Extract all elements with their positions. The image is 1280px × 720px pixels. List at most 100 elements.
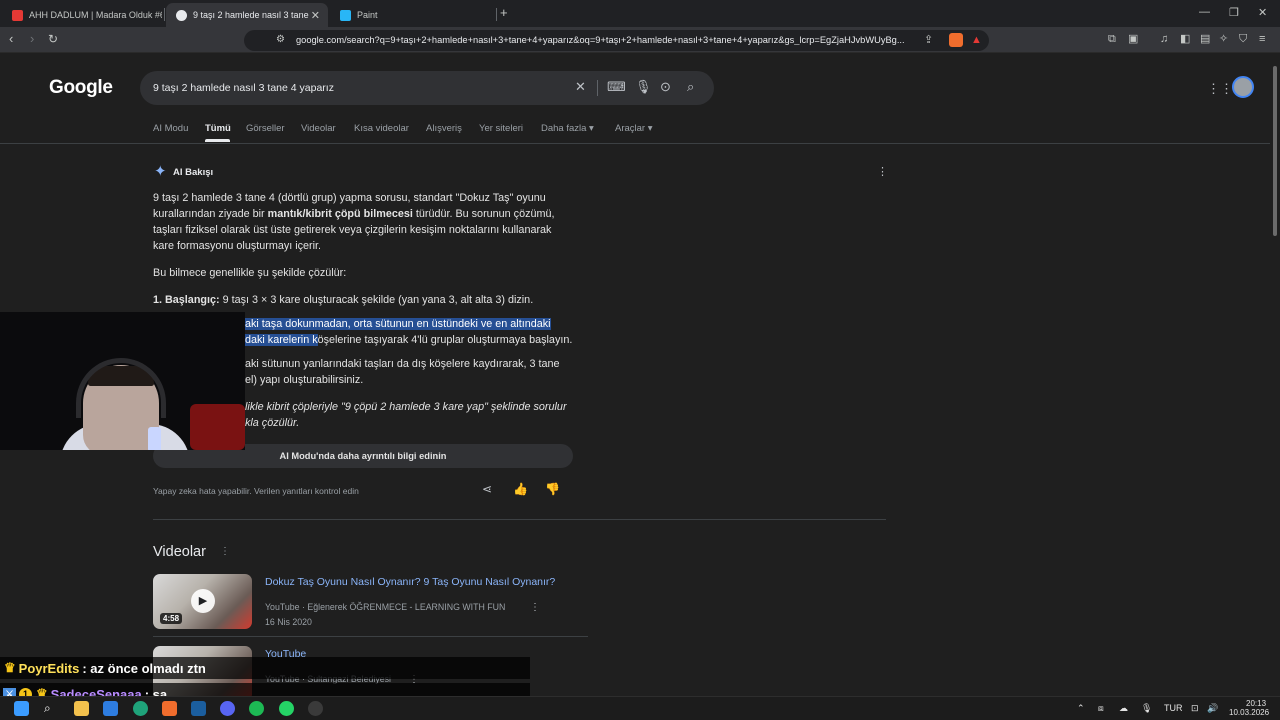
- microphone-icon[interactable]: 🎙: [635, 80, 652, 94]
- network-icon[interactable]: ⊡: [1191, 702, 1199, 714]
- tray-expand-icon[interactable]: ⌃: [1077, 702, 1085, 714]
- ai-note: likle kibrit çöpleriyle "9 çöpü 2 hamled…: [245, 401, 567, 429]
- screenshot-icon[interactable]: ▣: [1128, 33, 1138, 45]
- ai-sparkle-icon: ✦: [154, 163, 167, 180]
- windows-start-icon[interactable]: [14, 701, 29, 716]
- address-bar[interactable]: ⚙ google.com/search?q=9+taşı+2+hamlede+n…: [244, 30, 989, 51]
- section-divider: [153, 519, 886, 520]
- chat-username: PoyrEdits: [18, 660, 80, 676]
- video-divider: [153, 636, 588, 637]
- tab-short-videos[interactable]: Kısa videolar: [354, 123, 409, 134]
- site-info-icon[interactable]: ⚙: [276, 34, 285, 46]
- url-text[interactable]: google.com/search?q=9+taşı+2+hamlede+nas…: [296, 35, 916, 45]
- edge-icon[interactable]: [133, 701, 148, 716]
- google-logo[interactable]: Google: [49, 77, 113, 99]
- webcam-overlay: [0, 312, 245, 450]
- tab-all[interactable]: Tümü: [205, 123, 231, 134]
- volume-icon[interactable]: 🔊: [1207, 702, 1218, 714]
- keyboard-icon[interactable]: ⌨: [607, 80, 626, 94]
- active-tab-indicator: [205, 139, 230, 142]
- close-window-icon[interactable]: ✕: [1258, 6, 1267, 19]
- tab-images[interactable]: Görseller: [246, 123, 285, 134]
- wallet-icon[interactable]: ▤: [1200, 33, 1210, 45]
- extensions-icon[interactable]: ⧉: [1108, 33, 1116, 45]
- minimize-icon[interactable]: —: [1199, 6, 1210, 18]
- scrollbar-thumb[interactable]: [1273, 66, 1277, 236]
- vpn-icon[interactable]: ⛉: [1239, 33, 1247, 45]
- lens-icon[interactable]: ⊙: [660, 80, 671, 94]
- clock-date[interactable]: 10.03.2026: [1229, 708, 1269, 717]
- tab-bar: AHH DADLUM | Madara Olduk #663 9 taşı 2 …: [0, 0, 1280, 27]
- search-icon[interactable]: ⌕: [687, 80, 694, 94]
- tab-separator: [164, 8, 165, 21]
- video-more-icon[interactable]: ⋮: [530, 602, 540, 613]
- store-icon[interactable]: [103, 701, 118, 716]
- tray-mic-icon[interactable]: 🎙: [1141, 702, 1152, 714]
- tab-videos[interactable]: Videolar: [301, 123, 336, 134]
- video-thumbnail[interactable]: ▶ 4:58: [153, 574, 252, 629]
- forward-icon[interactable]: ›: [30, 32, 34, 46]
- new-tab-button[interactable]: +: [500, 5, 508, 20]
- avatar[interactable]: [1232, 76, 1254, 98]
- tab-more[interactable]: Daha fazla ▾: [541, 123, 594, 134]
- ai-step-3: aki sütunun yanlarındaki taşları da dış …: [245, 358, 560, 386]
- youtube-icon: [12, 9, 23, 21]
- tab-title: 9 taşı 2 hamlede nasıl 3 tane 4 ya: [193, 10, 311, 20]
- tab-title: Paint: [357, 10, 378, 20]
- video-title[interactable]: Dokuz Taş Oyunu Nasıl Oynanır? 9 Taş Oyu…: [265, 576, 555, 588]
- tab-places[interactable]: Yer siteleri: [479, 123, 523, 134]
- ai-paragraph-intro: 9 taşı 2 hamlede 3 tane 4 (dörtlü grup) …: [153, 192, 555, 252]
- chat-message: ♛ PoyrEdits : az önce olmadı ztn: [0, 657, 530, 679]
- clear-search-icon[interactable]: ✕: [575, 80, 586, 94]
- spotify-icon[interactable]: [249, 701, 264, 716]
- chat-text: : az önce olmadı ztn: [82, 660, 206, 676]
- brave-icon[interactable]: [162, 701, 177, 716]
- tab-ai-mode[interactable]: AI Modu: [153, 123, 188, 134]
- search-icon[interactable]: ⌕: [44, 701, 59, 716]
- tab-tools[interactable]: Araçlar ▾: [615, 123, 653, 134]
- videos-heading: Videolar: [153, 544, 206, 560]
- paint-icon: [340, 9, 351, 21]
- tray-app-icon[interactable]: ⧈: [1098, 702, 1104, 714]
- file-explorer-icon[interactable]: [74, 701, 89, 716]
- ai-paragraph-lead: Bu bilmece genellikle şu şekilde çözülür…: [153, 267, 347, 279]
- browser-tab-paint[interactable]: Paint: [330, 3, 495, 27]
- menu-icon[interactable]: ≡: [1259, 33, 1265, 45]
- reload-icon[interactable]: ↻: [48, 32, 58, 46]
- google-favicon-icon: [176, 9, 187, 21]
- clock-time[interactable]: 20:13: [1246, 699, 1266, 708]
- thumbs-up-icon[interactable]: 👍: [513, 482, 528, 496]
- tab-title: AHH DADLUM | Madara Olduk #663: [29, 10, 162, 20]
- tab-shopping[interactable]: Alışveriş: [426, 123, 462, 134]
- discord-icon[interactable]: [220, 701, 235, 716]
- webcam-cup: [148, 427, 161, 450]
- steam-icon[interactable]: [191, 701, 206, 716]
- share-icon[interactable]: ⋖: [482, 482, 492, 496]
- share-icon[interactable]: ⇪: [924, 34, 933, 46]
- back-icon[interactable]: ‹: [9, 32, 13, 46]
- more-options-icon[interactable]: ⋮: [220, 546, 230, 557]
- search-box[interactable]: 9 taşı 2 hamlede nasıl 3 tane 4 yaparız …: [140, 71, 714, 105]
- browser-tab-youtube[interactable]: AHH DADLUM | Madara Olduk #663: [2, 3, 162, 27]
- browser-tab-google[interactable]: 9 taşı 2 hamlede nasıl 3 tane 4 ya ✕: [166, 3, 328, 27]
- headset-icon: [76, 358, 166, 418]
- maximize-icon[interactable]: ❐: [1229, 6, 1239, 19]
- thumbs-down-icon[interactable]: 👎: [545, 482, 560, 496]
- brave-rewards-icon[interactable]: ▲: [971, 34, 982, 46]
- leo-ai-icon[interactable]: ✧: [1219, 33, 1228, 45]
- brave-shields-icon[interactable]: [949, 33, 963, 47]
- webcam-background-object: [190, 404, 245, 450]
- ai-step-1: 1. Başlangıç: 9 taşı 3 × 3 kare oluştura…: [153, 294, 534, 306]
- obs-icon[interactable]: [308, 701, 323, 716]
- tray-weather-icon[interactable]: ☁: [1119, 702, 1128, 714]
- play-icon[interactable]: ▶: [191, 589, 215, 613]
- media-icon[interactable]: ♫: [1160, 33, 1168, 45]
- ai-overview-title: AI Bakışı: [173, 167, 214, 178]
- tab-separator: [496, 8, 497, 21]
- whatsapp-icon[interactable]: [279, 701, 294, 716]
- search-input[interactable]: 9 taşı 2 hamlede nasıl 3 tane 4 yaparız: [153, 82, 334, 94]
- language-indicator[interactable]: TUR: [1164, 702, 1183, 714]
- sidebar-icon[interactable]: ◧: [1180, 33, 1190, 45]
- more-options-icon[interactable]: ⋮: [877, 165, 888, 178]
- close-tab-icon[interactable]: ✕: [311, 9, 320, 22]
